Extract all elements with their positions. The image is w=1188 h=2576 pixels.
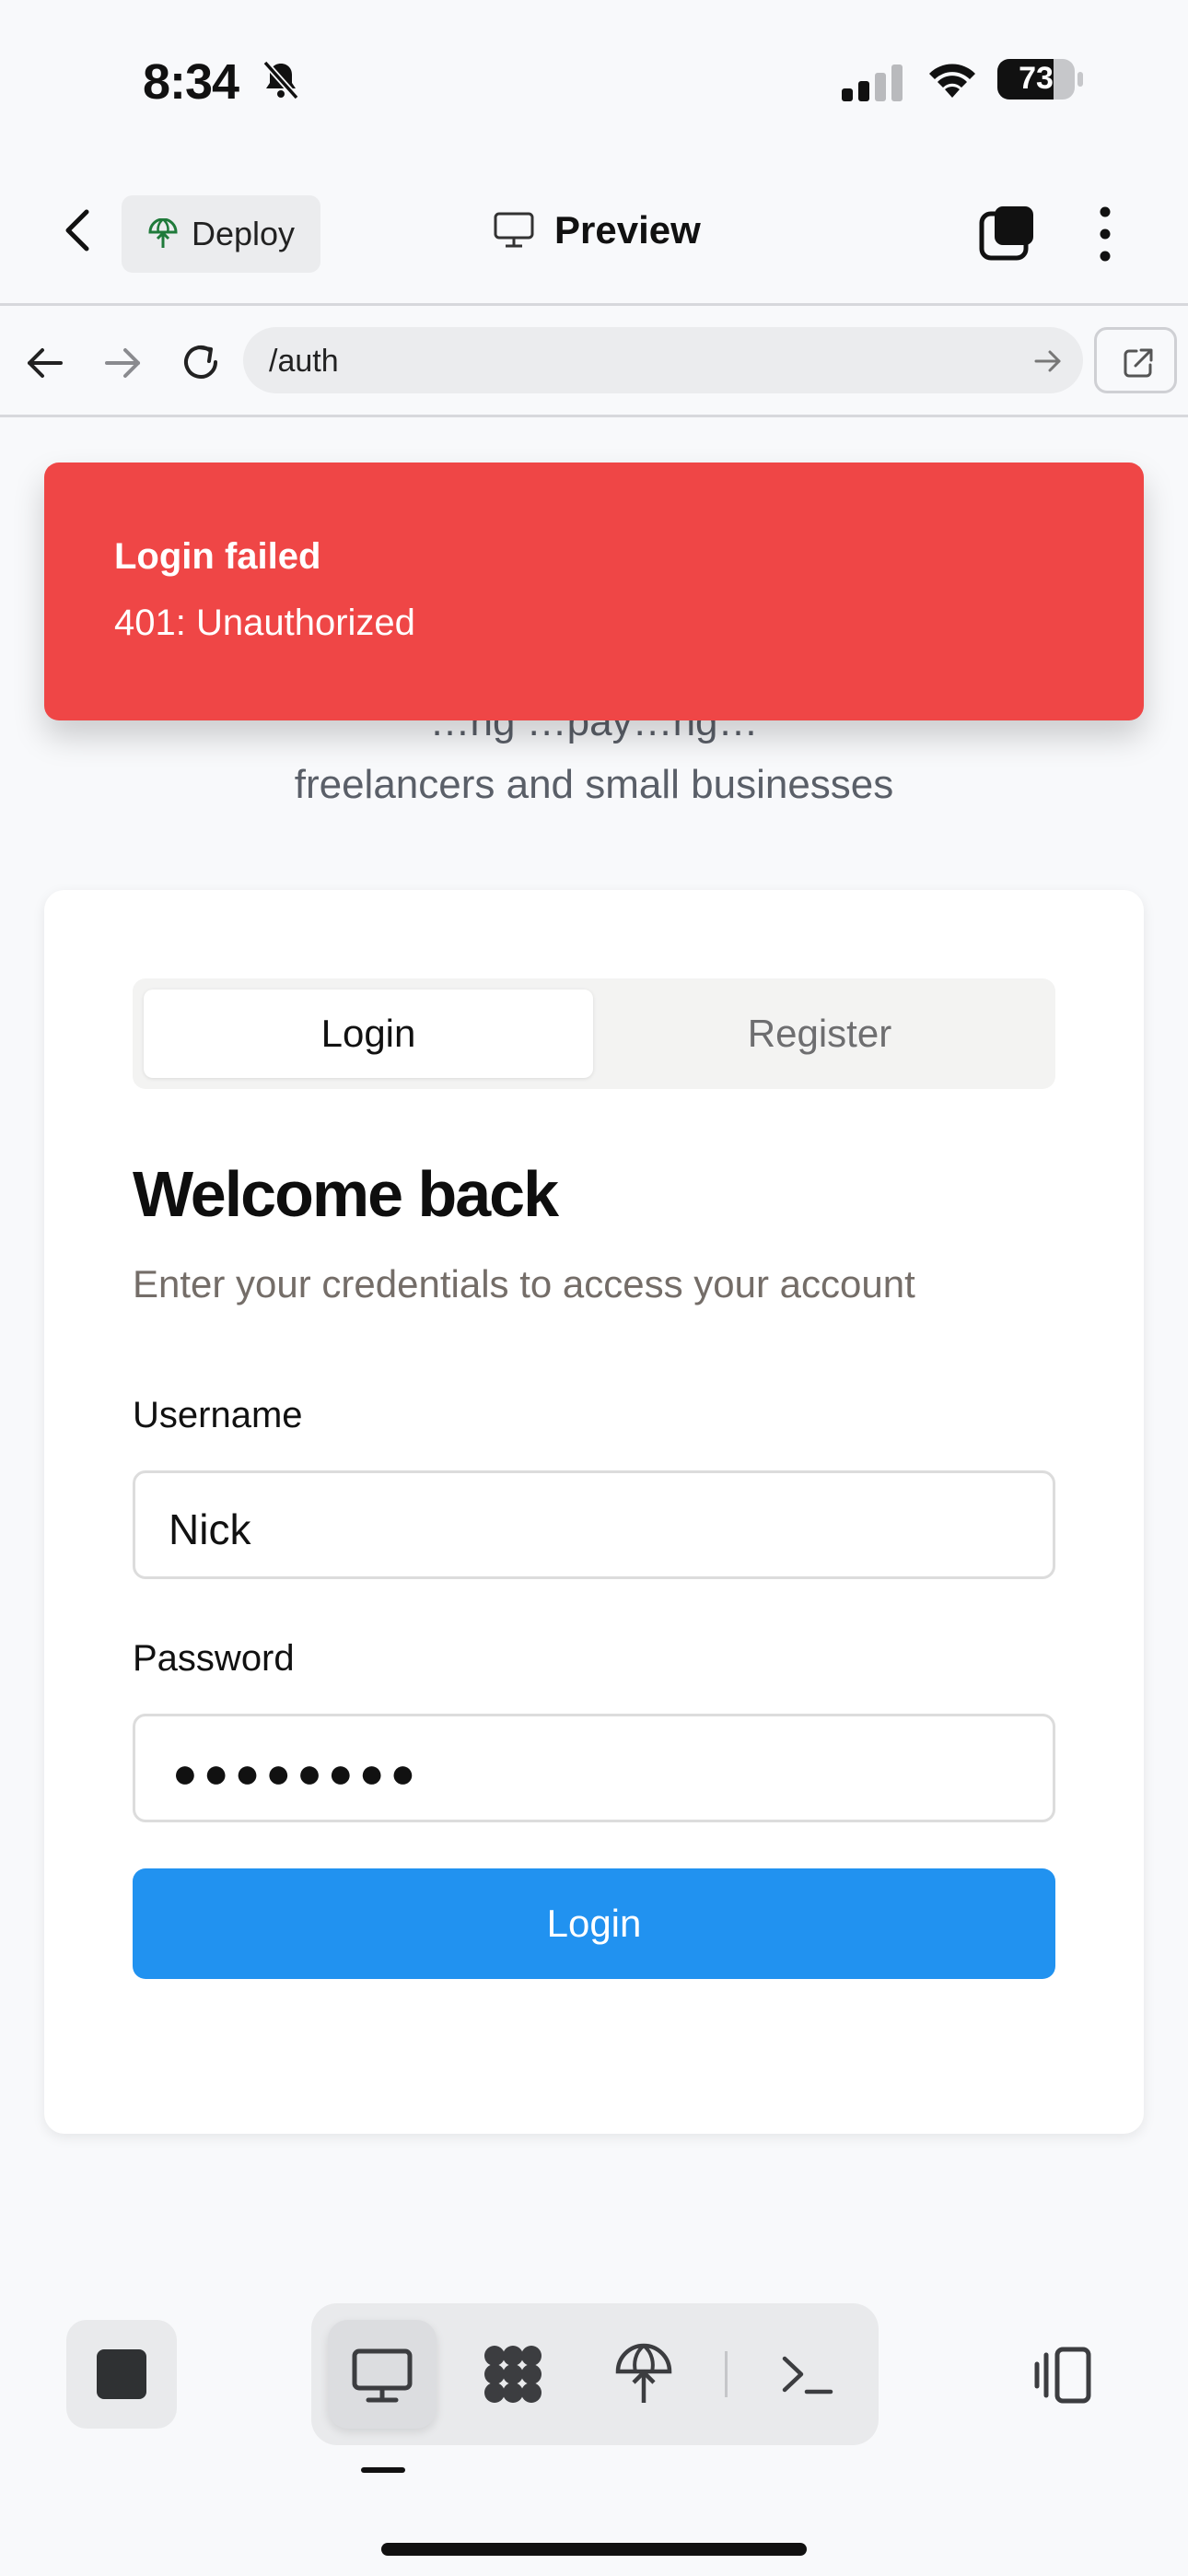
desktop-icon [352, 2348, 413, 2403]
tab-register[interactable]: Register [595, 989, 1044, 1078]
auth-tabs: Login Register [133, 978, 1055, 1089]
more-vertical-icon[interactable] [1087, 205, 1124, 263]
tool-desktop[interactable] [328, 2320, 437, 2429]
toast-title: Login failed [114, 536, 321, 577]
reload-icon[interactable] [177, 338, 225, 386]
header-title: Preview [554, 208, 701, 252]
url-bar[interactable]: /auth [243, 327, 1083, 393]
password-value: ●●●●●●●● [172, 1749, 422, 1797]
card-description: Enter your credentials to access your ac… [133, 1262, 915, 1306]
side-panel-icon[interactable] [1031, 2342, 1098, 2408]
login-button[interactable]: Login [133, 1868, 1055, 1979]
wifi-icon [929, 64, 975, 98]
monitor-icon [494, 212, 534, 248]
toolbar-divider [725, 2351, 728, 2397]
browser-bar: /auth [0, 309, 1188, 417]
deploy-label: Deploy [192, 215, 296, 252]
tool-terminal[interactable] [753, 2320, 862, 2429]
battery-indicator: 73 [996, 57, 1085, 101]
toast-description: 401: Unauthorized [114, 603, 415, 643]
app-header: Deploy Preview [0, 157, 1188, 306]
url-text: /auth [269, 344, 339, 379]
deploy-tool-icon [615, 2343, 672, 2403]
stop-button[interactable] [66, 2320, 177, 2429]
bell-muted-icon [262, 60, 299, 100]
username-value: Nick [169, 1505, 251, 1553]
external-link-icon [1124, 348, 1153, 378]
apps-icon [484, 2346, 542, 2403]
deploy-button[interactable]: Deploy [122, 195, 320, 273]
back-chevron-icon[interactable] [53, 203, 101, 258]
card-heading: Welcome back [133, 1158, 559, 1230]
tab-login[interactable]: Login [144, 989, 593, 1078]
password-field[interactable]: ●●●●●●●● [133, 1714, 1055, 1822]
go-arrow-icon[interactable] [1033, 347, 1063, 375]
terminal-icon [782, 2356, 833, 2395]
active-tool-indicator [361, 2467, 405, 2473]
status-bar: 8:34 73 [0, 0, 1188, 157]
username-label: Username [133, 1395, 303, 1435]
preview-title: Preview [494, 208, 701, 252]
tool-deploy[interactable] [589, 2320, 698, 2429]
error-toast[interactable]: Login failed 401: Unauthorized [44, 463, 1144, 720]
nav-back-arrow-icon[interactable] [24, 342, 66, 384]
stop-icon [97, 2349, 146, 2399]
deploy-icon [148, 218, 178, 248]
cellular-signal-icon [842, 64, 903, 101]
nav-forward-arrow-icon[interactable] [101, 342, 144, 384]
open-external-button[interactable] [1094, 327, 1177, 393]
tool-apps[interactable] [459, 2320, 567, 2429]
tabs-icon[interactable] [978, 205, 1035, 262]
battery-percent: 73 [1019, 61, 1054, 96]
password-label: Password [133, 1638, 295, 1679]
tool-switcher [311, 2303, 879, 2445]
home-indicator [381, 2543, 807, 2556]
auth-card: Login Register Welcome back Enter your c… [44, 890, 1144, 2134]
status-time: 8:34 [143, 54, 239, 110]
hero-subtitle-line2: freelancers and small businesses [294, 762, 894, 807]
username-field[interactable]: Nick [133, 1470, 1055, 1579]
